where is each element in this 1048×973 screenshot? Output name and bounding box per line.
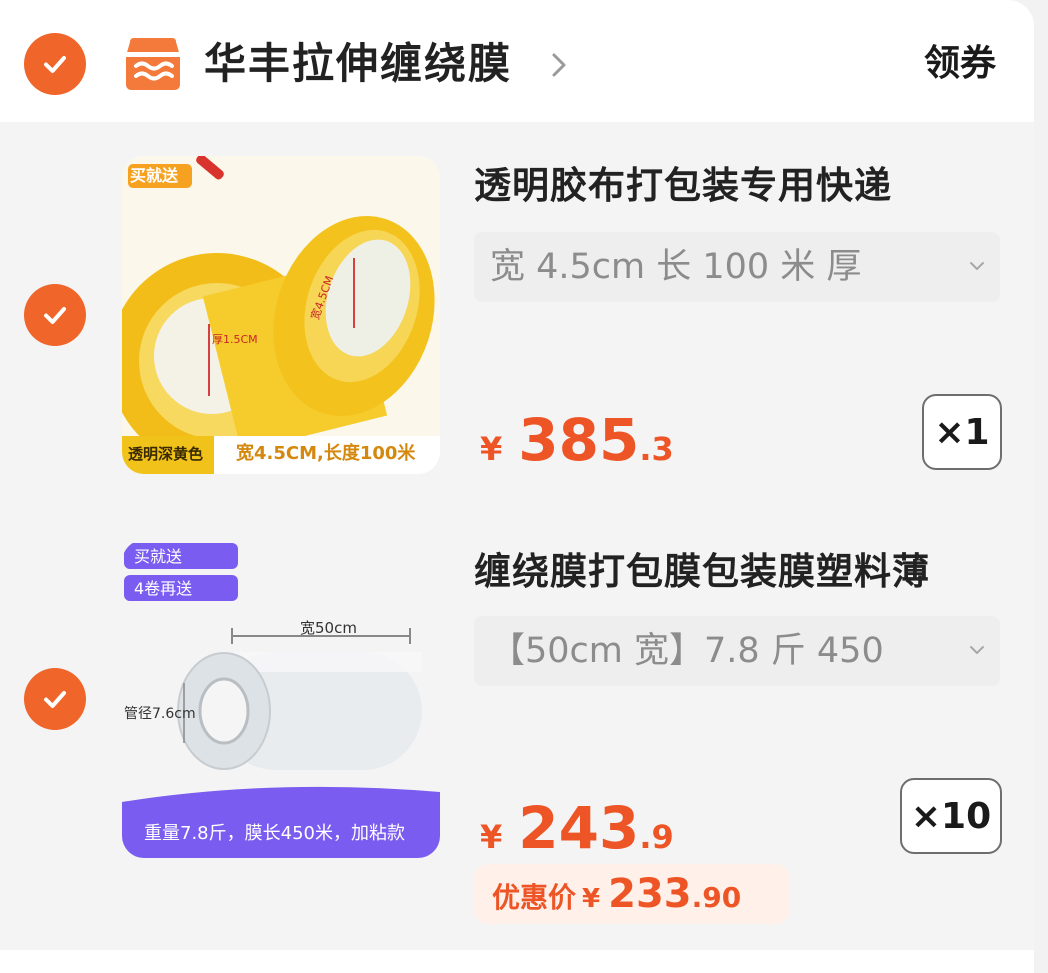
checkmark-icon: [44, 56, 66, 73]
sku-selector[interactable]: 【50cm 宽】7.8 斤 450: [474, 616, 1000, 686]
checkmark-icon: [44, 307, 66, 324]
size-label: 宽4.5CM,长度100米: [236, 443, 416, 464]
price-integer: 243: [518, 794, 640, 862]
promo-badge: 买就送: [130, 166, 179, 185]
chevron-right-icon[interactable]: [548, 48, 570, 82]
currency-symbol: ¥: [480, 818, 503, 856]
checkmark-icon: [44, 691, 66, 708]
item-select-checkbox[interactable]: [24, 284, 86, 346]
chevron-down-icon: [970, 262, 984, 270]
quantity-button[interactable]: ×10: [900, 778, 1002, 854]
discount-currency-symbol: ¥: [582, 884, 601, 914]
promo-badge-gift: 买就送: [134, 547, 183, 566]
item-title[interactable]: 透明胶布打包装专用快递: [474, 158, 892, 214]
color-label: 透明深黄色: [128, 445, 204, 463]
discount-price-decimal: .90: [691, 881, 742, 914]
item-select-checkbox[interactable]: [24, 668, 86, 730]
shop-select-checkbox[interactable]: [24, 33, 86, 95]
currency-symbol: ¥: [480, 430, 503, 468]
item-price: ¥243.9: [480, 788, 674, 868]
item-thumbnail-film[interactable]: 买就送 4卷再送 宽50cm 管径7.6cm 重量7.8斤，膜长450米，加粘款: [122, 540, 440, 858]
film-width-label: 宽50cm: [300, 619, 357, 637]
price-decimal: .3: [639, 430, 674, 468]
sku-text: 【50cm 宽】7.8 斤 450: [490, 631, 884, 671]
sku-text: 宽 4.5cm 长 100 米 厚: [490, 247, 862, 287]
shop-storefront-icon: [126, 38, 180, 90]
item-thumbnail-tape[interactable]: 买就送 厚1.5CM 宽4.5CM 透明深黄色 宽4.5CM,长度100米: [122, 156, 440, 474]
thickness-label: 厚1.5CM: [212, 333, 258, 346]
item-price: ¥385.3: [480, 400, 674, 480]
shop-name[interactable]: 华丰拉伸缠绕膜: [204, 34, 512, 94]
discount-price-badge: 优惠价 ¥233.90: [474, 864, 790, 924]
chevron-down-icon: [970, 646, 984, 654]
get-coupon-button[interactable]: 领券: [924, 38, 996, 90]
discount-label: 优惠价: [492, 881, 577, 914]
sku-selector[interactable]: 宽 4.5cm 长 100 米 厚: [474, 232, 1000, 302]
discount-price-integer: 233: [608, 871, 692, 917]
tape-product-image: [122, 156, 440, 474]
promo-badge-extra: 4卷再送: [134, 579, 193, 598]
spec-banner: 重量7.8斤，膜长450米，加粘款: [144, 823, 405, 844]
quantity-button[interactable]: ×1: [922, 394, 1002, 470]
core-diameter-label: 管径7.6cm: [124, 706, 196, 722]
price-decimal: .9: [639, 818, 674, 856]
item-title[interactable]: 缠绕膜打包膜包装膜塑料薄: [474, 544, 930, 600]
price-integer: 385: [518, 406, 640, 474]
